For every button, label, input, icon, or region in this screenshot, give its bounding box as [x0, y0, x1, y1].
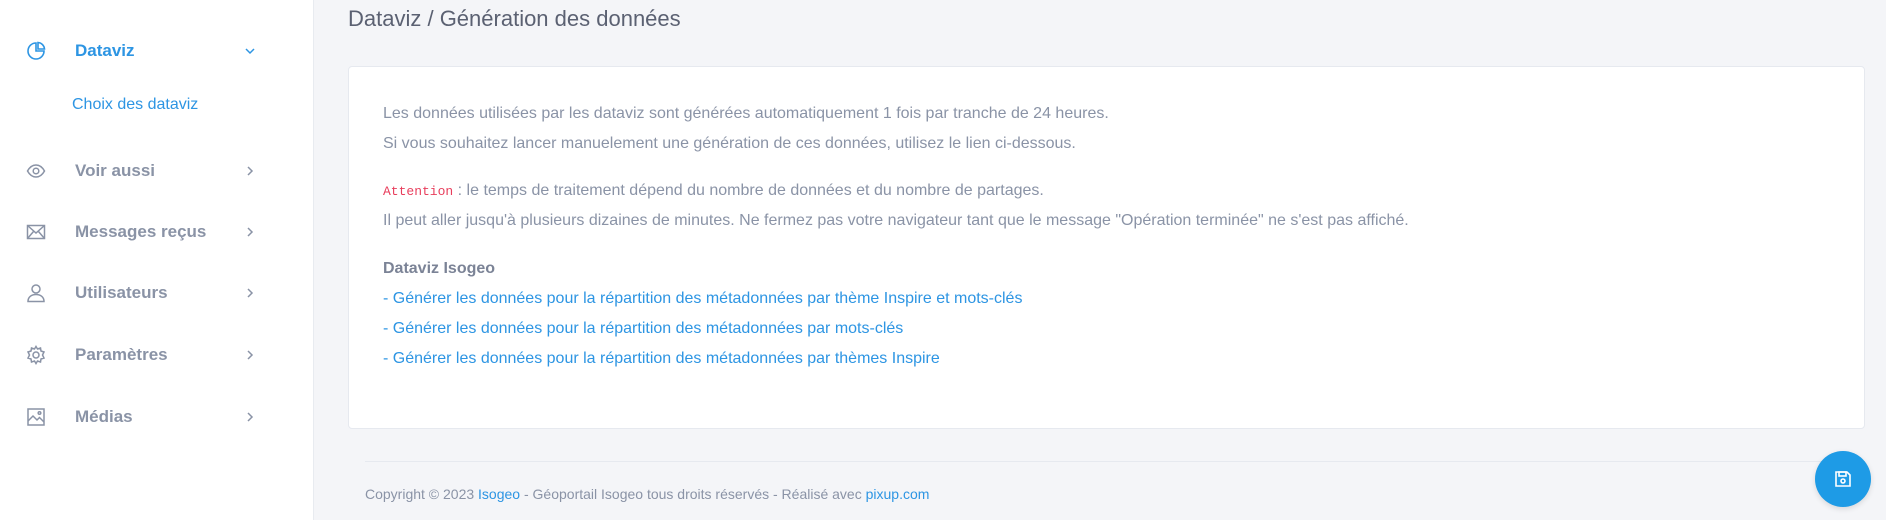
user-icon [26, 283, 46, 303]
sidebar-item-label: Paramètres [75, 345, 168, 364]
footer-rights: - Géoportail Isogeo tous droits réservés… [520, 486, 866, 502]
sidebar-item-medias[interactable]: Médias [0, 397, 313, 437]
sidebar-item-messages[interactable]: Messages reçus [0, 212, 313, 252]
sidebar-item-parametres[interactable]: Paramètres [0, 335, 313, 375]
footer-isogeo-link[interactable]: Isogeo [478, 486, 520, 502]
save-button[interactable] [1815, 451, 1871, 507]
chevron-right-icon [243, 410, 257, 424]
sidebar-item-label: Voir aussi [75, 161, 155, 180]
sidebar-item-utilisateurs[interactable]: Utilisateurs [0, 273, 313, 313]
sidebar-item-label: Messages reçus [75, 222, 207, 241]
page-title: Dataviz / Génération des données [348, 6, 681, 31]
footer: Copyright © 2023 Isogeo - Géoportail Iso… [365, 486, 929, 502]
chevron-right-icon [243, 286, 257, 300]
intro-text-line1: Les données utilisées par les dataviz so… [383, 105, 1109, 122]
chevron-right-icon [243, 164, 257, 178]
image-icon [26, 407, 46, 427]
attention-paragraph: Attention : le temps de traitement dépen… [383, 182, 1044, 200]
generate-keywords-link[interactable]: - Générer les données pour la répartitio… [383, 320, 903, 337]
sidebar-item-voir-aussi[interactable]: Voir aussi [0, 151, 313, 191]
sidebar-subitem-choix-dataviz[interactable]: Choix des dataviz [72, 96, 198, 114]
intro-text-line2: Si vous souhaitez lancer manuelement une… [383, 135, 1076, 152]
sidebar: Dataviz Choix des dataviz Voir aussi Mes… [0, 0, 314, 520]
generate-inspire-keywords-link[interactable]: - Générer les données pour la répartitio… [383, 290, 1022, 307]
chevron-down-icon [243, 44, 257, 58]
section-heading: Dataviz Isogeo [383, 260, 496, 277]
pie-chart-icon [26, 41, 46, 61]
sidebar-item-label: Médias [75, 407, 133, 426]
footer-pixup-link[interactable]: pixup.com [866, 486, 930, 502]
footer-copyright: Copyright © 2023 [365, 486, 479, 502]
sidebar-item-dataviz[interactable]: Dataviz [0, 31, 313, 71]
warning-text: Il peut aller jusqu'à plusieurs dizaines… [383, 212, 1409, 229]
save-icon [1833, 469, 1853, 489]
attention-text: : le temps de traitement dépend du nombr… [453, 182, 1044, 199]
gear-icon [26, 345, 46, 365]
sidebar-item-label: Dataviz [75, 41, 135, 60]
chevron-right-icon [243, 348, 257, 362]
content-card: Les données utilisées par les dataviz so… [348, 66, 1865, 429]
eye-icon [26, 161, 46, 181]
sidebar-item-label: Utilisateurs [75, 283, 168, 302]
chevron-right-icon [243, 225, 257, 239]
attention-label: Attention [383, 184, 454, 199]
footer-divider [365, 461, 1865, 462]
mail-icon [26, 222, 46, 242]
generate-inspire-themes-link[interactable]: - Générer les données pour la répartitio… [383, 350, 940, 367]
